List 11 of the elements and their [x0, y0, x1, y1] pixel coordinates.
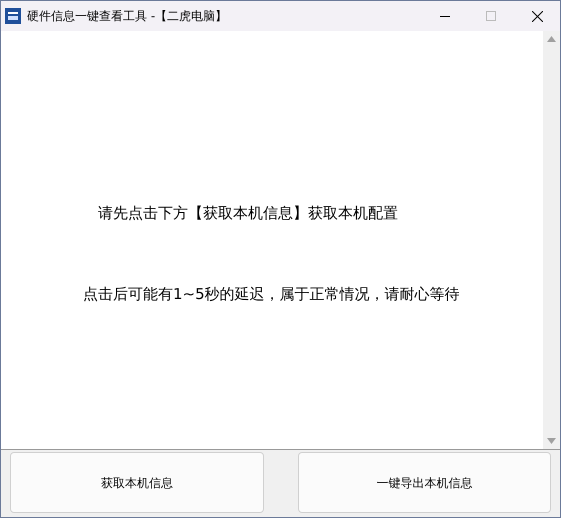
- action-button[interactable]: 获取本机信息: [10, 452, 264, 513]
- scroll-down-icon[interactable]: [547, 438, 556, 444]
- scroll-up-icon[interactable]: [547, 36, 556, 42]
- maximize-icon: [486, 11, 496, 21]
- instruction-text: 请先点击下方【获取本机信息】获取本机配置: [98, 203, 399, 224]
- window-title: 硬件信息一键查看工具 -【二虎电脑】: [27, 8, 228, 25]
- notice-text: 点击后可能有1~5秒的延迟，属于正常情况，请耐心等待: [83, 284, 461, 305]
- scrollbar[interactable]: [543, 31, 560, 449]
- close-icon: [532, 10, 542, 22]
- app-icon: [5, 8, 21, 24]
- action-button[interactable]: 一键导出本机信息: [298, 452, 551, 513]
